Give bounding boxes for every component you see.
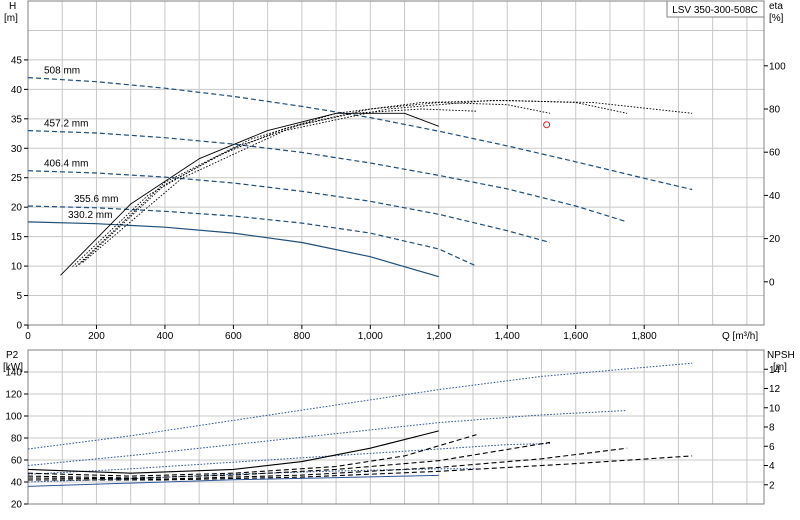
p2-tick-label: 120 [5,390,22,401]
head-tick-label: 5 [16,291,22,302]
x-tick-label: 1,800 [632,331,657,342]
x-tick-label: 200 [88,331,105,342]
power-panel-curves [27,362,693,487]
eta-tick-label: 80 [769,105,781,116]
chart-canvas: 508 mm 457.2 mm 406.4 mm 355.6 mm 330.2 mm 0… [3,0,795,511]
npsh-axis-unit: [m] [773,362,787,373]
head-curve-0 [27,77,693,191]
head-panel-frame [27,0,765,326]
head-panel-grid [27,0,765,326]
pump-curve-chart: 508 mm 457.2 mm 406.4 mm 355.6 mm 330.2 mm 0… [0,0,800,520]
npsh-tick-label: 4 [769,461,775,472]
eta-axis-unit: [%] [769,13,784,24]
npsh-tick-label: 2 [769,480,775,491]
pump-model-title: LSV 350-300-508C [672,5,758,16]
head-tick-label: 10 [11,262,23,273]
p2-tick-label: 40 [11,478,23,489]
p2-axis-unit: [kW] [3,362,23,373]
head-tick-label: 45 [11,55,23,66]
eta-tick-label: 40 [769,191,781,202]
head-tick-label: 40 [11,85,23,96]
head-axis-unit: [m] [4,13,18,24]
eta-curve-6 [72,108,477,268]
x-tick-label: 800 [294,331,311,342]
npsh-axis-label: NPSH [767,350,795,361]
p2-tick-label: 80 [11,434,23,445]
npsh-tick-label: 10 [769,403,781,414]
impeller-diameter-label: 355.6 mm [74,194,118,205]
eta-curve-7 [75,102,551,268]
p2-tick-label: 20 [11,500,23,511]
x-axis-label: Q [m³/h] [722,331,758,342]
eta-tick-label: 60 [769,148,781,159]
head-panel-curves: 508 mm 457.2 mm 406.4 mm 355.6 mm 330.2 mm [27,66,693,278]
duty-point-marker [543,121,551,129]
power-panel-frame [27,349,765,505]
impeller-diameter-label: 330.2 mm [68,210,112,221]
axis-labels: H[m]eta[%]Q [m³/h]P2[kW]NPSH[m]LSV 350-3… [3,0,795,373]
eta-curve-8 [78,99,628,265]
head-tick-label: 0 [16,321,22,332]
eta-tick-label: 0 [769,277,775,288]
x-tick-label: 1,600 [563,331,588,342]
impeller-diameter-label: 508 mm [44,66,80,77]
head-tick-label: 20 [11,203,23,214]
eta-axis-label: eta [769,1,783,12]
eta-tick-label: 100 [769,61,786,72]
head-curve-1 [27,130,628,223]
npsh-tick-label: 12 [769,384,781,395]
x-tick-label: 0 [25,331,31,342]
head-tick-label: 35 [11,114,23,125]
x-tick-label: 1,000 [358,331,383,342]
head-tick-label: 25 [11,173,23,184]
npsh-tick-label: 6 [769,442,775,453]
x-tick-label: 1,200 [426,331,451,342]
p2-curve-0 [27,362,693,450]
eta-tick-label: 20 [769,234,781,245]
p2-tick-label: 100 [5,412,22,423]
head-tick-label: 15 [11,232,23,243]
p2-tick-label: 60 [11,456,23,467]
x-tick-label: 600 [225,331,242,342]
npsh-tick-label: 8 [769,423,775,434]
head-axis-label: H [9,1,16,12]
impeller-diameter-label: 457.2 mm [44,119,88,130]
head-tick-label: 30 [11,144,23,155]
npsh-curve-8 [27,447,628,480]
head-curve-2 [27,170,551,244]
power-panel-grid [27,349,765,505]
eta-curve-9 [82,99,693,263]
p2-axis-label: P2 [6,350,19,361]
x-tick-label: 1,400 [495,331,520,342]
impeller-diameter-label: 406.4 mm [44,159,88,170]
x-tick-label: 400 [157,331,174,342]
